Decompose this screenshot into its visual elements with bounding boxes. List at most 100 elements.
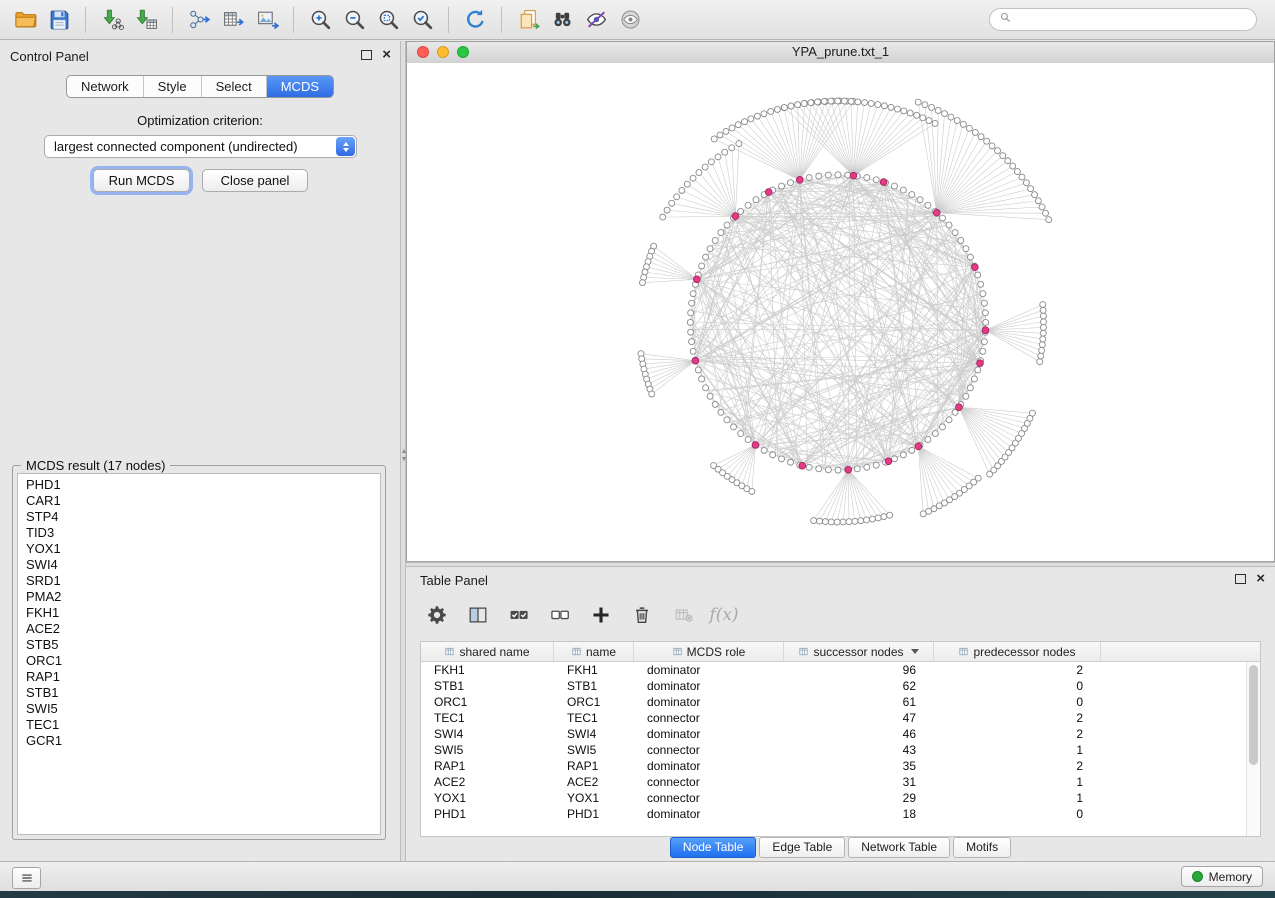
- table-cell: dominator: [634, 663, 784, 677]
- add-row-icon[interactable]: [588, 602, 614, 628]
- export-table-icon[interactable]: [216, 5, 250, 35]
- tab-select[interactable]: Select: [201, 76, 266, 97]
- splitter-expand-icon[interactable]: [402, 457, 406, 461]
- select-all-icon[interactable]: [506, 602, 532, 628]
- memory-button[interactable]: Memory: [1181, 866, 1263, 887]
- mcds-result-item[interactable]: SWI5: [18, 701, 380, 717]
- table-row[interactable]: SWI5SWI5connector431: [421, 742, 1260, 758]
- mcds-result-item[interactable]: FKH1: [18, 605, 380, 621]
- mcds-result-item[interactable]: PHD1: [18, 477, 380, 493]
- table-cell: 0: [934, 679, 1101, 693]
- mcds-result-item[interactable]: CAR1: [18, 493, 380, 509]
- float-window-icon[interactable]: [361, 50, 372, 60]
- minimize-window-icon[interactable]: [437, 46, 449, 58]
- menu-button[interactable]: [12, 867, 41, 889]
- export-image-icon[interactable]: [250, 5, 284, 35]
- clone-network-icon[interactable]: [511, 5, 545, 35]
- zoom-selected-icon[interactable]: [405, 5, 439, 35]
- table-cell: dominator: [634, 679, 784, 693]
- network-graph[interactable]: [407, 63, 1274, 561]
- mcds-result-item[interactable]: TEC1: [18, 717, 380, 733]
- column-header-MCDS-role[interactable]: MCDS role: [634, 642, 784, 661]
- network-canvas[interactable]: [407, 63, 1274, 561]
- mcds-result-title: MCDS result (17 nodes): [21, 458, 170, 473]
- zoom-fit-icon[interactable]: [371, 5, 405, 35]
- gear-icon[interactable]: [424, 602, 450, 628]
- mcds-result-item[interactable]: SRD1: [18, 573, 380, 589]
- table-scrollbar[interactable]: [1246, 662, 1260, 836]
- toolbar-divider: [85, 7, 86, 33]
- toolbar-divider: [172, 7, 173, 33]
- table-row[interactable]: ACE2ACE2connector311: [421, 774, 1260, 790]
- mcds-result-item[interactable]: YOX1: [18, 541, 380, 557]
- export-network-icon[interactable]: [182, 5, 216, 35]
- scrollbar-thumb[interactable]: [1249, 665, 1258, 765]
- import-network-icon[interactable]: [95, 5, 129, 35]
- table-cell: 18: [784, 807, 934, 821]
- table-row[interactable]: SWI4SWI4dominator462: [421, 726, 1260, 742]
- unselect-all-icon[interactable]: [547, 602, 573, 628]
- close-panel-icon[interactable]: ×: [382, 49, 391, 60]
- tab-mcds[interactable]: MCDS: [266, 76, 333, 97]
- mcds-result-item[interactable]: TID3: [18, 525, 380, 541]
- table-cell: TEC1: [421, 711, 554, 725]
- delete-row-icon[interactable]: [629, 602, 655, 628]
- open-icon[interactable]: [8, 5, 42, 35]
- zoom-out-icon[interactable]: [337, 5, 371, 35]
- style-eye-icon[interactable]: [579, 5, 613, 35]
- table-row[interactable]: STB1STB1dominator620: [421, 678, 1260, 694]
- table-cell: 46: [784, 727, 934, 741]
- find-icon[interactable]: [545, 5, 579, 35]
- table-row[interactable]: FKH1FKH1dominator962: [421, 662, 1260, 678]
- close-window-icon[interactable]: [417, 46, 429, 58]
- columns-icon[interactable]: [465, 602, 491, 628]
- table-row[interactable]: YOX1YOX1connector291: [421, 790, 1260, 806]
- maximize-window-icon[interactable]: [457, 46, 469, 58]
- mcds-result-list[interactable]: PHD1CAR1STP4TID3YOX1SWI4SRD1PMA2FKH1ACE2…: [17, 473, 381, 835]
- table-row[interactable]: ORC1ORC1dominator610: [421, 694, 1260, 710]
- import-table-icon[interactable]: [129, 5, 163, 35]
- close-panel-icon[interactable]: ×: [1256, 573, 1265, 584]
- mcds-result-item[interactable]: GCR1: [18, 733, 380, 749]
- splitter-collapse-icon[interactable]: [402, 449, 406, 453]
- table-row[interactable]: RAP1RAP1dominator352: [421, 758, 1260, 774]
- mcds-result-item[interactable]: STB5: [18, 637, 380, 653]
- control-panel: Control Panel × NetworkStyleSelectMCDS O…: [0, 41, 400, 861]
- mcds-result-item[interactable]: ORC1: [18, 653, 380, 669]
- table-body: FKH1FKH1dominator962STB1STB1dominator620…: [421, 662, 1260, 822]
- mcds-result-item[interactable]: STB1: [18, 685, 380, 701]
- table-row[interactable]: PHD1PHD1dominator180: [421, 806, 1260, 822]
- tab-edge-table[interactable]: Edge Table: [759, 837, 845, 858]
- tab-motifs[interactable]: Motifs: [953, 837, 1011, 858]
- close-panel-button[interactable]: Close panel: [202, 169, 308, 192]
- tab-style[interactable]: Style: [143, 76, 201, 97]
- tab-network-table[interactable]: Network Table: [848, 837, 950, 858]
- column-header-name[interactable]: name: [554, 642, 634, 661]
- tab-network[interactable]: Network: [67, 76, 143, 97]
- search-input[interactable]: [1018, 12, 1247, 28]
- column-header-shared-name[interactable]: shared name: [421, 642, 554, 661]
- column-header-predecessor-nodes[interactable]: predecessor nodes: [934, 642, 1101, 661]
- sort-desc-icon: [911, 649, 919, 654]
- table-cell: dominator: [634, 695, 784, 709]
- table-cell: 35: [784, 759, 934, 773]
- refresh-icon[interactable]: [458, 5, 492, 35]
- save-icon[interactable]: [42, 5, 76, 35]
- criterion-select[interactable]: largest connected component (undirected): [44, 135, 357, 158]
- zoom-in-icon[interactable]: [303, 5, 337, 35]
- table-cell: RAP1: [421, 759, 554, 773]
- fx-icon: f(x): [711, 602, 737, 628]
- table-row[interactable]: TEC1TEC1connector472: [421, 710, 1260, 726]
- network-window-titlebar[interactable]: YPA_prune.txt_1: [407, 42, 1274, 64]
- table-cell: RAP1: [554, 759, 634, 773]
- mcds-result-item[interactable]: PMA2: [18, 589, 380, 605]
- column-header-successor-nodes[interactable]: successor nodes: [784, 642, 934, 661]
- mcds-result-item[interactable]: RAP1: [18, 669, 380, 685]
- run-mcds-button[interactable]: Run MCDS: [93, 169, 190, 192]
- tab-node-table[interactable]: Node Table: [670, 837, 757, 858]
- mcds-result-item[interactable]: SWI4: [18, 557, 380, 573]
- mcds-result-item[interactable]: ACE2: [18, 621, 380, 637]
- mcds-result-item[interactable]: STP4: [18, 509, 380, 525]
- float-window-icon[interactable]: [1235, 574, 1246, 584]
- show-hide-icon[interactable]: [613, 5, 647, 35]
